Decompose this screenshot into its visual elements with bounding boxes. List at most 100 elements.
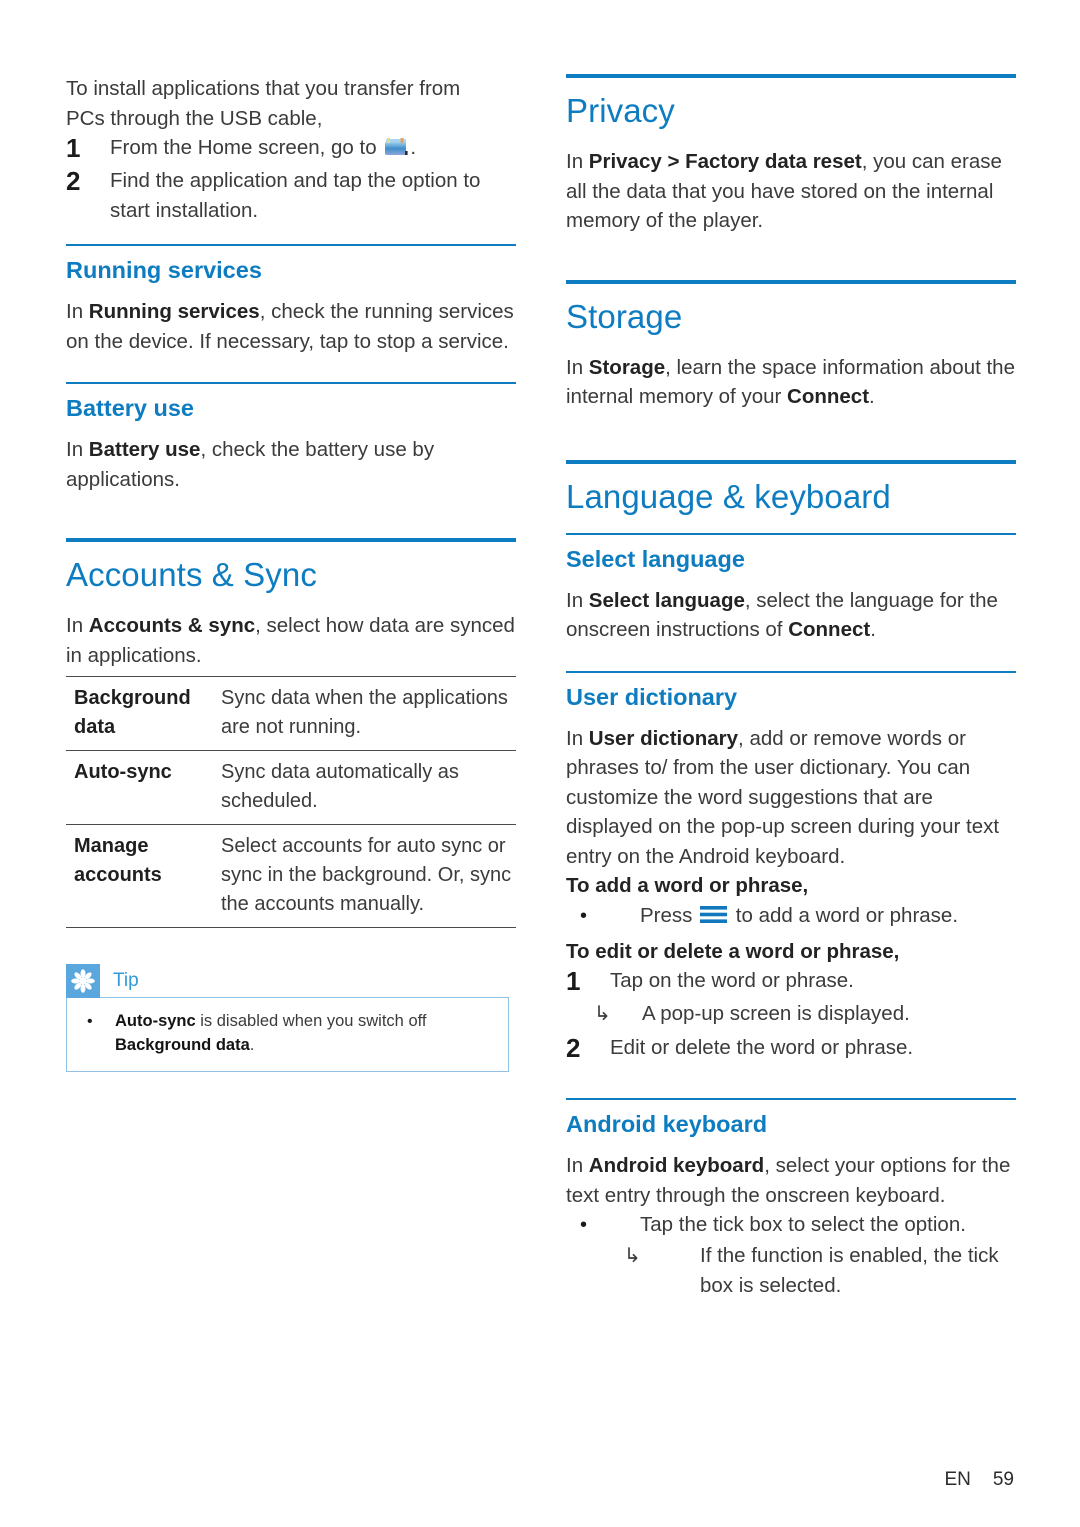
accounts-sync-heading: Accounts & Sync [66,556,317,593]
tip-asterisk-icon [66,964,100,998]
install-step-2: 2 Find the application and tap the optio… [66,166,516,226]
page-footer: EN 59 [944,1469,1014,1491]
storage-heading: Storage [566,297,683,335]
language-keyboard-section: Language & keyboard [566,459,1016,517]
battery-use-heading: Battery use [66,395,194,421]
substep-text: If the function is enabled, the tick box… [700,1244,999,1297]
text-bold-fragment: Running services [88,300,260,323]
text-bold-fragment: Auto-sync [115,1012,196,1030]
arrow-glyph: ↳ [624,1245,641,1267]
add-word-heading: To add a word or phrase, [566,871,1016,901]
chapter-divider [566,74,1016,78]
option-description: Sync data automatically as scheduled. [221,761,459,812]
text-bold-fragment: Connect [787,385,870,408]
text-fragment: . [870,618,876,641]
table-row: Manage accounts Select accounts for auto… [66,825,516,928]
two-column-body: To install applications that you transfe… [66,74,1016,1327]
arrow-glyph: ↳ [594,1003,611,1025]
step-text: Tap on the word or phrase. [610,969,854,992]
install-applications-intro: To install applications that you transfe… [66,74,516,226]
text-fragment: . [869,385,875,408]
text-fragment: In [566,355,589,379]
install-steps-list: 1 From the Home screen, go to . 2 Find t… [66,133,516,226]
step-number: 2 [566,1033,581,1063]
battery-use-section: Battery use In Battery use, check the ba… [66,382,516,494]
language-keyboard-heading: Language & keyboard [566,477,891,515]
menu-icon [700,903,728,923]
running-services-body: In Running services, check the running s… [66,297,516,356]
step-text-after: . [410,136,417,159]
text-bold-fragment: Battery use [88,438,201,461]
android-keyboard-section: Android keyboard In Android keyboard, se… [566,1098,1016,1301]
add-word-bullet-text: Press to add a word or phrase. [640,901,1016,931]
option-description: Select accounts for auto sync or sync in… [221,835,512,915]
bullet-glyph: • [87,1013,93,1030]
storage-body: In Storage, learn the space information … [566,353,1016,412]
footer-page-number: 59 [992,1469,1014,1490]
tip-bullet-text: Auto-sync is disabled when you switch of… [115,1009,496,1057]
substep-text: A pop-up screen is displayed. [642,1002,910,1025]
explorer-icon [383,137,409,158]
privacy-body: In Privacy > Factory data reset, you can… [566,147,1016,236]
text-bold-fragment: To add a word or phrase, [566,874,809,897]
text-fragment: In [66,614,89,637]
table-row: Background data Sync data when the appli… [66,676,516,751]
battery-use-body: In Battery use, check the battery use by… [66,435,516,494]
chapter-divider [566,279,1016,284]
section-divider [66,382,516,384]
text-fragment: In [566,150,589,173]
text-fragment: is disabled when you switch off [195,1012,427,1030]
text-bold-fragment: Select language [588,588,745,612]
section-divider [566,532,1016,535]
right-column: Privacy In Privacy > Factory data reset,… [566,74,1016,1327]
android-keyboard-bullet-text: Tap the tick box to select the option. [640,1213,966,1236]
privacy-section: Privacy In Privacy > Factory data reset,… [566,74,1016,236]
user-dictionary-heading: User dictionary [566,683,738,710]
tip-content: • Auto-sync is disabled when you switch … [66,997,509,1072]
option-name: Background data [74,687,191,738]
edit-word-heading: To edit or delete a word or phrase, [566,937,1016,967]
text-bold-fragment: User dictionary [588,726,739,750]
option-name: Manage accounts [74,835,162,886]
text-fragment: In [66,300,89,323]
section-divider [566,1098,1016,1100]
option-description: Sync data when the applications are not … [221,687,508,738]
bullet-glyph: • [580,1214,588,1236]
text-fragment: In [566,726,589,750]
step-number: 1 [66,133,81,163]
section-divider [66,244,516,246]
intro-lead-line-2: PCs through the USB cable, [66,106,323,130]
android-keyboard-substep-row: ↳ If the function is enabled, the tick b… [566,1241,1016,1301]
accounts-sync-body: In Accounts & sync, select how data are … [66,611,516,670]
left-column: To install applications that you transfe… [66,74,516,1327]
edit-word-steps-list: 1 Tap on the word or phrase. ↳ A pop-up … [566,966,1016,1064]
edit-step-1: 1 Tap on the word or phrase. [566,966,1016,997]
step-text: From the Home screen, go to . [110,133,516,163]
text-bold-fragment: Background data [115,1036,250,1054]
running-services-heading: Running services [66,257,262,283]
add-word-bullet-row: • Press to add a word or phrase. [566,901,1016,931]
privacy-heading: Privacy [566,92,675,129]
tip-bullet-row: • Auto-sync is disabled when you switch … [79,1009,496,1057]
text-bold-fragment: Storage [588,355,666,379]
document-page: To install applications that you transfe… [0,0,1080,1527]
install-step-1: 1 From the Home screen, go to . [66,133,516,164]
text-fragment: In [66,438,89,461]
intro-lead-line-1: To install applications that you transfe… [66,77,461,100]
android-keyboard-bullet-row: • Tap the tick box to select the option. [566,1210,1016,1240]
user-dictionary-section: User dictionary In User dictionary, add … [566,670,1016,1065]
select-language-heading: Select language [566,545,745,572]
android-keyboard-body: In Android keyboard, select your options… [566,1151,1016,1210]
step-text: Find the application and tap the option … [110,169,481,222]
user-dictionary-body: In User dictionary, add or remove words … [566,724,1016,872]
step-number: 1 [566,966,581,996]
tip-header: Tip [66,964,509,998]
step-text-before: From the Home screen, go to [110,136,383,159]
text-bold-fragment: Connect [788,618,871,641]
step-number: 2 [66,166,81,196]
text-bold-fragment: Accounts & sync [88,614,256,637]
storage-section: Storage In Storage, learn the space info… [566,279,1016,412]
accounts-sync-section: Accounts & Sync In Accounts & sync, sele… [66,538,516,1072]
text-bold-fragment: Privacy > Factory data reset [588,150,862,173]
running-services-section: Running services In Running services, ch… [66,244,516,356]
